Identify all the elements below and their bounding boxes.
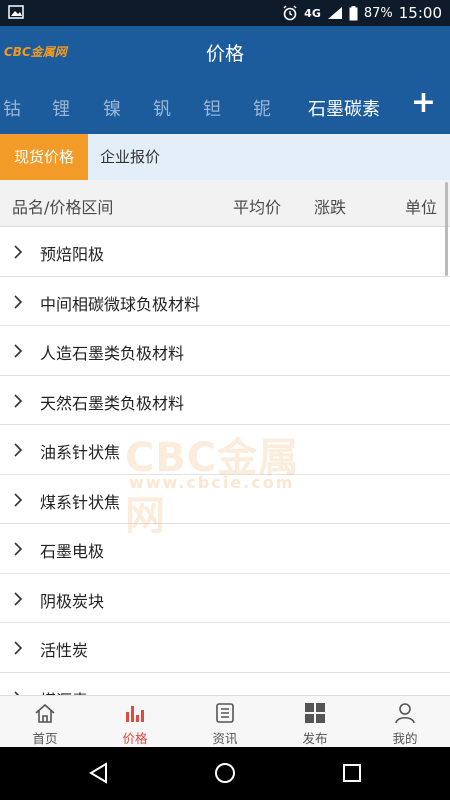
tab-graphite-carbon[interactable]: 石墨碳素 (308, 95, 380, 121)
list-item[interactable]: 活性炭 (0, 623, 450, 673)
home-icon (35, 703, 55, 723)
column-average: 平均价 (233, 198, 282, 217)
network-type: 4G (304, 6, 321, 20)
list-item[interactable]: 中间相碳微球负极材料 (0, 276, 450, 326)
nav-news[interactable]: 资讯 (180, 696, 270, 748)
tab-niobium[interactable]: 铌 (253, 95, 271, 121)
product-name: 预焙阳极 (40, 245, 105, 264)
app-header: CBC金属网 价格 (0, 26, 450, 80)
tab-nickel[interactable]: 镍 (103, 95, 121, 121)
list-item[interactable]: 油系针状焦 (0, 425, 450, 475)
grid-icon (305, 703, 325, 723)
chevron-right-icon (14, 492, 23, 507)
nav-publish[interactable]: 发布 (270, 696, 360, 748)
nav-publish-label: 发布 (302, 731, 328, 746)
price-type-tabs: 现货价格 企业报价 (0, 134, 450, 180)
product-name: 阴极炭块 (40, 591, 105, 611)
metal-tab-bar: 钴 锂 镍 钒 钽 铌 石墨碳素 + (0, 80, 450, 134)
chevron-right-icon (14, 443, 23, 457)
column-name: 品名/价格区间 (12, 198, 114, 217)
product-list[interactable]: 预焙阳极 中间相碳微球负极材料 人造石墨类负极材料 天然石墨类负极材料 油系针状… (0, 227, 450, 695)
clock: 15:00 (398, 4, 442, 22)
list-item[interactable]: 阴极炭块 (0, 573, 450, 623)
tab-spot-price[interactable]: 现货价格 (0, 134, 88, 180)
nav-news-label: 资讯 (212, 731, 238, 746)
nav-home[interactable]: 首页 (0, 696, 90, 748)
product-name: 石墨电极 (40, 542, 105, 561)
chevron-right-icon (14, 393, 23, 408)
add-category-button[interactable]: + (411, 86, 436, 120)
product-name: 油系针状焦 (40, 443, 121, 462)
battery-icon (349, 5, 358, 20)
product-name: 中间相碳微球负极材料 (40, 294, 201, 314)
nav-home-label: 首页 (32, 731, 58, 746)
alarm-icon (283, 5, 297, 21)
tab-lithium[interactable]: 锂 (52, 95, 70, 121)
list-item[interactable]: 天然石墨类负极材料 (0, 375, 450, 425)
chevron-right-icon (14, 641, 23, 655)
column-change: 涨跌 (314, 198, 347, 217)
tab-cobalt[interactable]: 钴 (3, 95, 21, 121)
nav-price[interactable]: 价格 (90, 696, 180, 748)
list-item[interactable]: 煤系针状焦 (0, 474, 450, 524)
home-circle-icon[interactable] (214, 762, 236, 784)
product-name: 天然石墨类负极材料 (40, 393, 185, 413)
chevron-right-icon (14, 542, 23, 556)
product-name: 煤沥青 (40, 687, 88, 696)
tab-vanadium[interactable]: 钒 (153, 95, 171, 121)
product-name: 人造石墨类负极材料 (40, 344, 185, 363)
document-icon (216, 703, 234, 723)
system-nav-bar (0, 747, 450, 800)
nav-mine-label: 我的 (392, 731, 418, 746)
battery-level: 87% (363, 5, 393, 21)
chevron-right-icon (14, 591, 23, 606)
price-table-header: 品名/价格区间 平均价 涨跌 单位 (0, 180, 450, 227)
scrollbar[interactable] (445, 182, 448, 276)
recents-icon[interactable] (341, 762, 363, 784)
tab-company-quote[interactable]: 企业报价 (100, 134, 160, 180)
bar-chart-icon (126, 706, 144, 722)
gallery-icon (8, 5, 24, 19)
status-bar: 4G 87% 15:00 (0, 0, 450, 26)
user-icon (395, 703, 415, 724)
back-icon[interactable] (88, 762, 110, 784)
product-name: 煤系针状焦 (40, 492, 121, 512)
product-name: 活性炭 (40, 641, 89, 660)
chevron-right-icon (14, 344, 23, 358)
list-item[interactable]: 煤沥青 (0, 672, 450, 696)
list-item[interactable]: 预焙阳极 (0, 227, 450, 277)
bottom-nav: 首页 价格 资讯 发布 我的 (0, 695, 450, 747)
list-item[interactable]: 石墨电极 (0, 524, 450, 574)
signal-icon (327, 7, 342, 19)
page-title: 价格 (205, 43, 244, 65)
column-unit: 单位 (405, 198, 438, 217)
list-item[interactable]: 人造石墨类负极材料 (0, 326, 450, 376)
chevron-right-icon (14, 245, 23, 259)
nav-mine[interactable]: 我的 (360, 696, 450, 748)
chevron-right-icon (14, 294, 23, 309)
nav-price-label: 价格 (122, 731, 148, 746)
tab-tantalum[interactable]: 钽 (203, 95, 221, 121)
